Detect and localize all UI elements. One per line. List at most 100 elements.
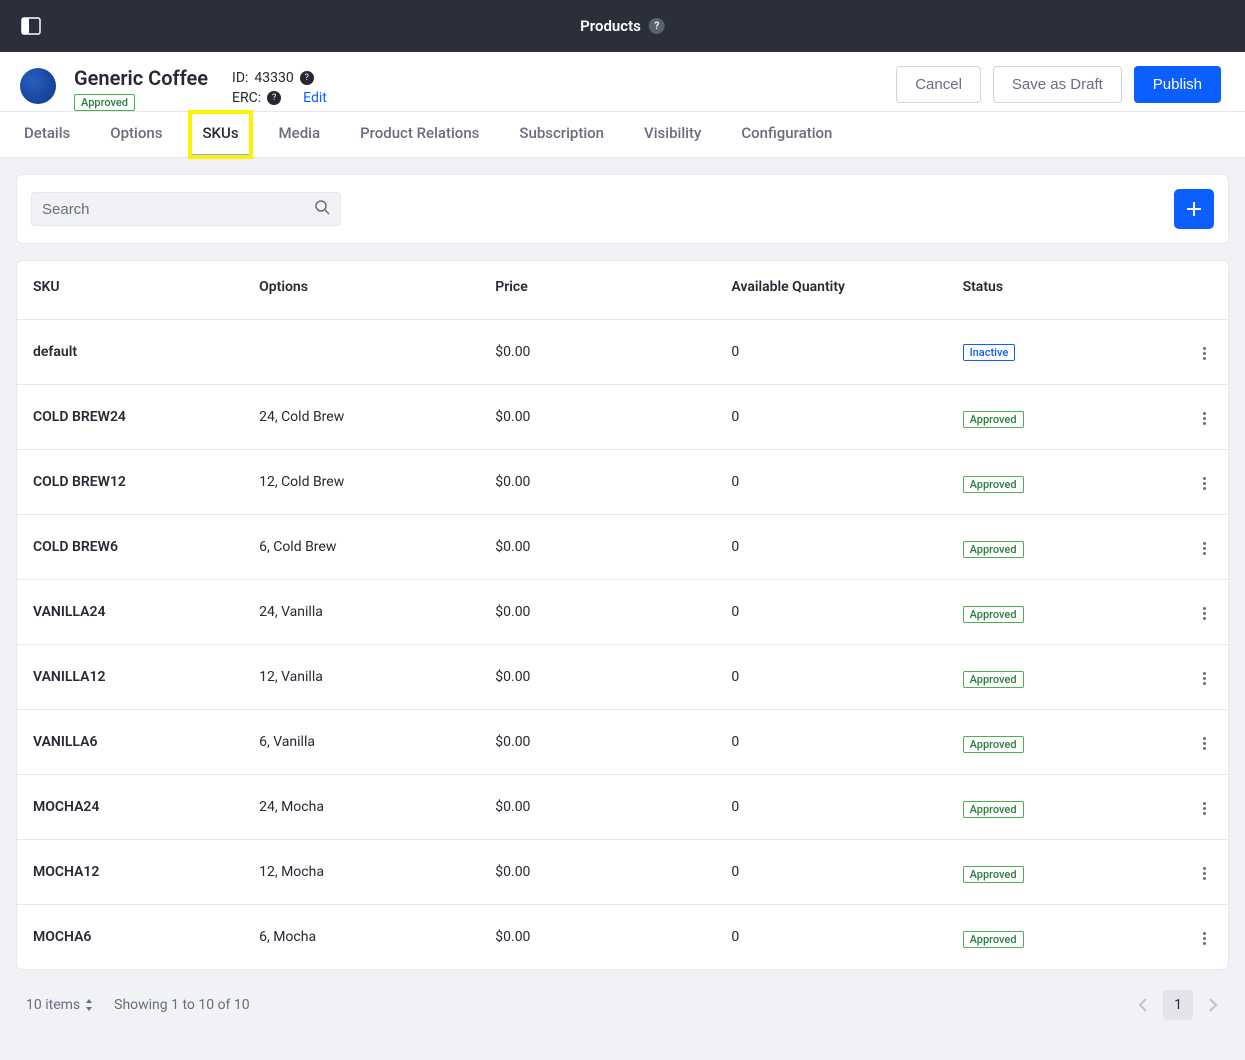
cell-sku: COLD BREW24: [17, 385, 243, 450]
next-page-icon[interactable]: [1207, 997, 1219, 1013]
help-icon[interactable]: ?: [649, 18, 665, 34]
edit-link[interactable]: Edit: [303, 90, 327, 106]
page-title: Products ?: [580, 17, 665, 35]
table-row[interactable]: VANILLA1212, Vanilla$0.000Approved: [17, 645, 1228, 710]
th-options[interactable]: Options: [243, 261, 479, 320]
sort-icon: [84, 999, 94, 1011]
cell-status: Inactive: [947, 320, 1178, 385]
tab-skus[interactable]: SKUs: [190, 112, 250, 157]
tab-subscription[interactable]: Subscription: [507, 112, 616, 157]
cell-sku: MOCHA24: [17, 775, 243, 840]
table-row[interactable]: default$0.000Inactive: [17, 320, 1228, 385]
tab-visibility[interactable]: Visibility: [632, 112, 713, 157]
info-icon[interactable]: ?: [267, 91, 281, 105]
cell-price: $0.00: [479, 450, 715, 515]
cell-qty: 0: [715, 385, 946, 450]
row-actions-icon[interactable]: [1197, 731, 1212, 756]
tab-configuration[interactable]: Configuration: [729, 112, 844, 157]
page-size-selector[interactable]: 10 items: [26, 997, 94, 1013]
search-panel: [16, 174, 1229, 244]
tab-options[interactable]: Options: [98, 112, 174, 157]
cell-price: $0.00: [479, 775, 715, 840]
save-draft-button[interactable]: Save as Draft: [993, 66, 1122, 103]
row-actions-icon[interactable]: [1197, 861, 1212, 886]
add-button[interactable]: [1174, 189, 1214, 229]
prev-page-icon[interactable]: [1137, 997, 1149, 1013]
item-count: 10 items: [26, 997, 80, 1013]
status-badge: Approved: [963, 411, 1024, 428]
cell-sku: default: [17, 320, 243, 385]
table-row[interactable]: MOCHA2424, Mocha$0.000Approved: [17, 775, 1228, 840]
id-label: ID:: [232, 70, 248, 86]
search-box[interactable]: [31, 192, 341, 226]
status-badge: Approved: [963, 541, 1024, 558]
cell-status: Approved: [947, 580, 1178, 645]
showing-text: Showing 1 to 10 of 10: [114, 997, 250, 1013]
row-actions-icon[interactable]: [1197, 666, 1212, 691]
sidebar-toggle-icon[interactable]: [20, 15, 42, 37]
th-status[interactable]: Status: [947, 261, 1178, 320]
tab-media[interactable]: Media: [267, 112, 333, 157]
pager: 1: [1137, 990, 1219, 1020]
cell-price: $0.00: [479, 580, 715, 645]
row-actions-icon[interactable]: [1197, 601, 1212, 626]
cell-price: $0.00: [479, 710, 715, 775]
search-icon[interactable]: [314, 199, 330, 219]
tab-details[interactable]: Details: [12, 112, 82, 157]
row-actions-icon[interactable]: [1197, 536, 1212, 561]
cell-options: 24, Mocha: [243, 775, 479, 840]
cell-price: $0.00: [479, 320, 715, 385]
cancel-button[interactable]: Cancel: [896, 66, 981, 103]
title-block: Generic Coffee Approved: [74, 66, 208, 111]
product-status-badge: Approved: [74, 94, 135, 111]
meta-block: ID: 43330 ? ERC: ? Edit: [232, 68, 327, 111]
cell-price: $0.00: [479, 515, 715, 580]
th-price[interactable]: Price: [479, 261, 715, 320]
status-badge: Approved: [963, 866, 1024, 883]
cell-sku: MOCHA12: [17, 840, 243, 905]
th-sku[interactable]: SKU: [17, 261, 243, 320]
cell-sku: VANILLA12: [17, 645, 243, 710]
cell-options: 12, Cold Brew: [243, 450, 479, 515]
table-row[interactable]: MOCHA66, Mocha$0.000Approved: [17, 905, 1228, 970]
cell-options: 12, Mocha: [243, 840, 479, 905]
erc-label: ERC:: [232, 90, 261, 106]
row-actions-icon[interactable]: [1197, 406, 1212, 431]
cell-sku: COLD BREW6: [17, 515, 243, 580]
status-badge: Approved: [963, 931, 1024, 948]
tab-product-relations[interactable]: Product Relations: [348, 112, 491, 157]
row-actions-icon[interactable]: [1197, 341, 1212, 366]
product-name: Generic Coffee: [74, 66, 208, 90]
page-number[interactable]: 1: [1163, 990, 1193, 1020]
cell-qty: 0: [715, 580, 946, 645]
cell-qty: 0: [715, 450, 946, 515]
cell-qty: 0: [715, 710, 946, 775]
table-row[interactable]: COLD BREW66, Cold Brew$0.000Approved: [17, 515, 1228, 580]
publish-button[interactable]: Publish: [1134, 66, 1221, 103]
status-badge: Approved: [963, 671, 1024, 688]
row-actions-icon[interactable]: [1197, 926, 1212, 951]
cell-status: Approved: [947, 905, 1178, 970]
cell-status: Approved: [947, 450, 1178, 515]
search-input[interactable]: [42, 201, 314, 218]
info-icon[interactable]: ?: [300, 71, 314, 85]
cell-sku: COLD BREW12: [17, 450, 243, 515]
brand-logo: [20, 68, 56, 104]
id-value: 43330: [254, 70, 293, 86]
table-row[interactable]: VANILLA2424, Vanilla$0.000Approved: [17, 580, 1228, 645]
cell-price: $0.00: [479, 840, 715, 905]
cell-options: 24, Vanilla: [243, 580, 479, 645]
table-row[interactable]: COLD BREW2424, Cold Brew$0.000Approved: [17, 385, 1228, 450]
cell-qty: 0: [715, 645, 946, 710]
cell-options: 6, Cold Brew: [243, 515, 479, 580]
table-row[interactable]: MOCHA1212, Mocha$0.000Approved: [17, 840, 1228, 905]
row-actions-icon[interactable]: [1197, 796, 1212, 821]
tabs: Details Options SKUs Media Product Relat…: [0, 112, 1245, 158]
table-row[interactable]: VANILLA66, Vanilla$0.000Approved: [17, 710, 1228, 775]
cell-options: 6, Mocha: [243, 905, 479, 970]
row-actions-icon[interactable]: [1197, 471, 1212, 496]
status-badge: Approved: [963, 801, 1024, 818]
cell-qty: 0: [715, 905, 946, 970]
table-row[interactable]: COLD BREW1212, Cold Brew$0.000Approved: [17, 450, 1228, 515]
th-qty[interactable]: Available Quantity: [715, 261, 946, 320]
